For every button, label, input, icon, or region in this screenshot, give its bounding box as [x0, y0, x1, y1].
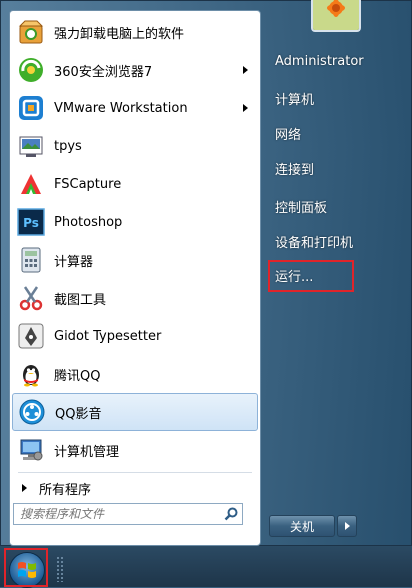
photoshop-icon: Ps	[16, 207, 46, 237]
user-name-link[interactable]: Administrator	[275, 54, 364, 69]
qq-penguin-icon	[16, 359, 46, 389]
control-panel-link[interactable]: 控制面板	[275, 197, 327, 216]
shutdown-group: 关机	[269, 515, 357, 537]
all-programs-button[interactable]: 所有程序	[12, 475, 258, 501]
shutdown-options-button[interactable]	[337, 515, 357, 537]
uninstall-icon	[16, 17, 46, 47]
gidot-icon	[16, 321, 46, 351]
program-label: 计算机管理	[54, 444, 120, 460]
submenu-arrow-icon	[243, 66, 248, 74]
network-link[interactable]: 网络	[275, 124, 301, 143]
program-item-qq-player[interactable]: QQ影音	[12, 393, 258, 431]
search-box[interactable]	[13, 503, 243, 525]
computer-link[interactable]: 计算机	[275, 89, 314, 108]
shutdown-button[interactable]: 关机	[269, 515, 335, 537]
fscapture-icon	[16, 169, 46, 199]
program-item-gidot[interactable]: Gidot Typesetter	[12, 317, 258, 355]
program-label: Gidot Typesetter	[54, 328, 162, 344]
program-label: 强力卸载电脑上的软件	[54, 26, 185, 42]
program-item-calculator[interactable]: 计算器	[12, 241, 258, 279]
program-label: 截图工具	[54, 292, 107, 308]
computer-management-icon	[16, 435, 46, 465]
program-label: FSCapture	[54, 176, 122, 192]
program-item-snipping-tool[interactable]: 截图工具	[12, 279, 258, 317]
separator	[18, 472, 252, 473]
triangle-right-icon	[22, 484, 27, 492]
submenu-arrow-icon	[243, 104, 248, 112]
qq-player-icon	[17, 397, 47, 427]
program-item-qq[interactable]: 腾讯QQ	[12, 355, 258, 393]
program-item-computer-management[interactable]: 计算机管理	[12, 431, 258, 469]
connect-to-link[interactable]: 连接到	[275, 159, 314, 178]
program-label: 360安全浏览器7	[54, 64, 153, 80]
program-label: 腾讯QQ	[54, 368, 101, 384]
program-label: Photoshop	[54, 214, 123, 230]
program-item-uninstaller[interactable]: 强力卸载电脑上的软件	[12, 13, 258, 51]
program-label: QQ影音	[55, 406, 102, 422]
program-list: 强力卸载电脑上的软件 360安全浏览器7 VMware Workstation …	[12, 13, 258, 476]
user-avatar[interactable]	[311, 0, 361, 32]
program-item-photoshop[interactable]: Ps Photoshop	[12, 203, 258, 241]
tpys-icon	[16, 131, 46, 161]
program-item-tpys[interactable]: tpys	[12, 127, 258, 165]
program-item-vmware[interactable]: VMware Workstation	[12, 89, 258, 127]
browser-360-icon	[16, 55, 46, 85]
search-icon[interactable]	[220, 504, 242, 524]
vmware-icon	[16, 93, 46, 123]
all-programs-label: 所有程序	[39, 482, 92, 498]
photoshop-icon-text: Ps	[23, 216, 39, 230]
taskbar-grip[interactable]	[56, 556, 64, 582]
calculator-icon	[16, 245, 46, 275]
program-label: VMware Workstation	[54, 100, 188, 116]
devices-printers-link[interactable]: 设备和打印机	[275, 232, 353, 251]
program-item-360-browser[interactable]: 360安全浏览器7	[12, 51, 258, 89]
flower-icon	[313, 0, 359, 30]
run-highlight-box	[268, 260, 354, 292]
program-label: 计算器	[54, 254, 94, 270]
start-highlight-box	[4, 548, 48, 587]
search-input[interactable]	[14, 507, 220, 521]
program-item-fscapture[interactable]: FSCapture	[12, 165, 258, 203]
program-label: tpys	[54, 138, 82, 154]
snipping-tool-icon	[16, 283, 46, 313]
programs-pane: 强力卸载电脑上的软件 360安全浏览器7 VMware Workstation …	[9, 10, 261, 546]
triangle-right-icon	[344, 522, 350, 530]
